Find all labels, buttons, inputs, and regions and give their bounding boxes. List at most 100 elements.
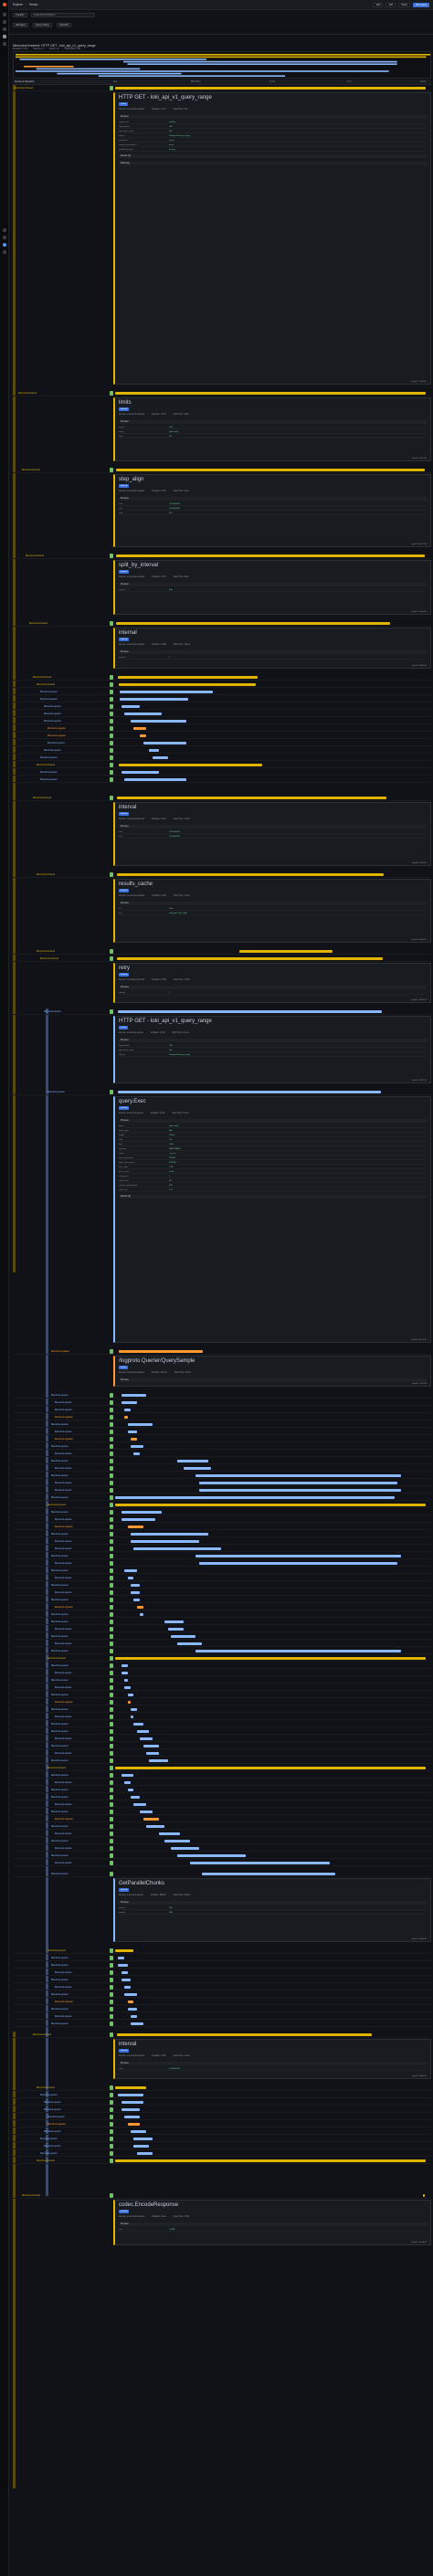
span-bar[interactable] — [117, 957, 384, 960]
span-bar[interactable] — [124, 1416, 128, 1419]
span-row[interactable]: Mercurius-frontend — [13, 1502, 431, 1508]
span-row[interactable]: Mercurius-querier — [13, 1589, 431, 1596]
section-header[interactable]: Process — [119, 2062, 427, 2065]
span-bar[interactable] — [127, 2001, 134, 2003]
span-bar[interactable] — [164, 1621, 184, 1623]
span-bar[interactable] — [133, 2138, 153, 2140]
span-row[interactable]: Mercurius-querier — [13, 1560, 431, 1567]
span-bar[interactable] — [136, 1606, 143, 1609]
span-bar[interactable] — [118, 1091, 381, 1093]
span-bar[interactable] — [131, 1584, 141, 1587]
span-row[interactable]: Mercurius-querier — [13, 1758, 431, 1764]
span-bar[interactable] — [124, 1686, 131, 1689]
span-bar[interactable] — [124, 1986, 131, 1989]
span-bar[interactable] — [422, 2194, 425, 2197]
span-row[interactable]: Mercurius-querier — [13, 2013, 431, 2020]
span-row[interactable]: Mercurius-querier — [13, 1568, 431, 1574]
section-header[interactable]: Process — [119, 1119, 427, 1123]
span-row[interactable]: Mercurius-ingester — [13, 733, 431, 739]
span-row[interactable]: Mercurius-querier — [13, 1871, 431, 1877]
span-bar[interactable] — [177, 1460, 208, 1462]
span-row[interactable]: Mercurius-ingester — [13, 1604, 431, 1610]
span-row[interactable]: Mercurius-querier — [13, 1465, 431, 1472]
span-row[interactable]: Mercurius-querier — [13, 2143, 431, 2149]
logo-icon[interactable] — [3, 3, 6, 6]
span-bar[interactable] — [116, 797, 387, 799]
span-row[interactable]: Mercurius-querier — [13, 1458, 431, 1464]
span-bar[interactable] — [158, 1832, 181, 1835]
span-row[interactable]: Mercurius-querier — [13, 1801, 431, 1808]
span-bar[interactable] — [198, 1562, 398, 1565]
span-bar[interactable] — [127, 1431, 137, 1433]
span-row[interactable]: Mercurius-querier — [13, 1692, 431, 1698]
span-row[interactable]: Mercurius-querier — [13, 1677, 431, 1684]
span-bar[interactable] — [124, 1781, 131, 1784]
span-bar[interactable] — [119, 764, 262, 766]
span-bar[interactable] — [133, 727, 146, 730]
span-row[interactable]: Mercurius-querier — [13, 2136, 431, 2142]
span-row[interactable]: Mercurius-querier — [13, 1407, 431, 1413]
dashboard-icon[interactable] — [3, 27, 6, 31]
span-bar[interactable] — [124, 713, 162, 715]
span-row[interactable]: Mercurius-querier — [13, 718, 431, 724]
span-bar[interactable] — [115, 469, 426, 471]
span-bar[interactable] — [136, 2152, 153, 2155]
span-bar[interactable] — [177, 1642, 203, 1645]
span-bar[interactable] — [149, 749, 159, 752]
gear-icon[interactable] — [3, 228, 6, 232]
span-row[interactable]: Mercurius-ingester — [13, 1524, 431, 1530]
section-header[interactable]: Process — [119, 825, 427, 829]
span-bar[interactable] — [195, 1650, 401, 1652]
section-header[interactable]: Process — [119, 1901, 427, 1905]
span-bar[interactable] — [115, 1496, 395, 1499]
span-bar[interactable] — [131, 1540, 199, 1543]
span-bar[interactable] — [140, 1737, 153, 1740]
add-query-button[interactable]: Add query — [13, 23, 29, 27]
section-header[interactable]: Events (1) — [119, 154, 427, 158]
query-type-label[interactable]: TraceQL — [13, 13, 27, 17]
span-row[interactable]: Mercurius-frontend — [13, 85, 431, 91]
span-row[interactable]: Mercurius-ingester — [13, 1414, 431, 1420]
span-row[interactable]: Mercurius-frontend — [13, 795, 431, 801]
span-row[interactable]: Mercurius-frontend — [13, 871, 431, 878]
span-row[interactable]: Mercurius-querier — [13, 1962, 431, 1969]
span-row[interactable]: Mercurius-ingester — [13, 1999, 431, 2005]
span-row[interactable]: Mercurius-frontend — [13, 674, 431, 681]
span-row[interactable]: Mercurius-frontend — [13, 620, 431, 627]
span-row[interactable]: Mercurius-frontend — [13, 681, 431, 688]
span-row[interactable]: Mercurius-frontend — [13, 762, 431, 768]
span-bar[interactable] — [115, 87, 426, 90]
span-bar[interactable] — [149, 1759, 168, 1762]
span-row[interactable]: Mercurius-frontend — [13, 553, 431, 559]
span-row[interactable]: Mercurius-querier — [13, 1575, 431, 1581]
span-row[interactable]: Mercurius-querier — [13, 1977, 431, 1983]
span-bar[interactable] — [143, 1818, 159, 1821]
section-header[interactable]: Events (2) — [119, 1195, 427, 1198]
span-bar[interactable] — [121, 2108, 141, 2111]
span-row[interactable]: Mercurius-frontend — [13, 2192, 431, 2199]
span-bar[interactable] — [119, 1350, 204, 1353]
span-row[interactable]: Mercurius-querier — [13, 1582, 431, 1589]
breadcrumb-source[interactable]: Tempo — [29, 3, 38, 6]
span-bar[interactable] — [143, 1745, 159, 1747]
span-row[interactable]: Mercurius-querier — [13, 1845, 431, 1852]
span-row[interactable]: Mercurius-querier — [13, 1969, 431, 1976]
span-bar[interactable] — [131, 1708, 137, 1711]
span-bar[interactable] — [121, 1672, 128, 1674]
avatar[interactable] — [3, 243, 6, 247]
search-icon[interactable] — [3, 13, 6, 16]
help-icon[interactable] — [3, 250, 6, 254]
span-row[interactable]: Mercurius-querier — [13, 1494, 431, 1501]
span-row[interactable]: Mercurius-frontend — [13, 467, 431, 473]
span-bar[interactable] — [124, 1679, 128, 1682]
span-bar[interactable] — [119, 691, 213, 693]
span-row[interactable]: Mercurius-querier — [13, 2021, 431, 2027]
span-bar[interactable] — [143, 742, 187, 744]
span-bar[interactable] — [127, 2123, 141, 2126]
share-button[interactable]: Share — [398, 2, 411, 7]
span-row[interactable]: Mercurius-frontend — [13, 1948, 431, 1954]
span-bar[interactable] — [117, 873, 385, 876]
span-row[interactable]: Mercurius-querier — [13, 776, 431, 783]
span-row[interactable]: Mercurius-querier — [13, 1611, 431, 1618]
span-bar[interactable] — [115, 1657, 426, 1660]
